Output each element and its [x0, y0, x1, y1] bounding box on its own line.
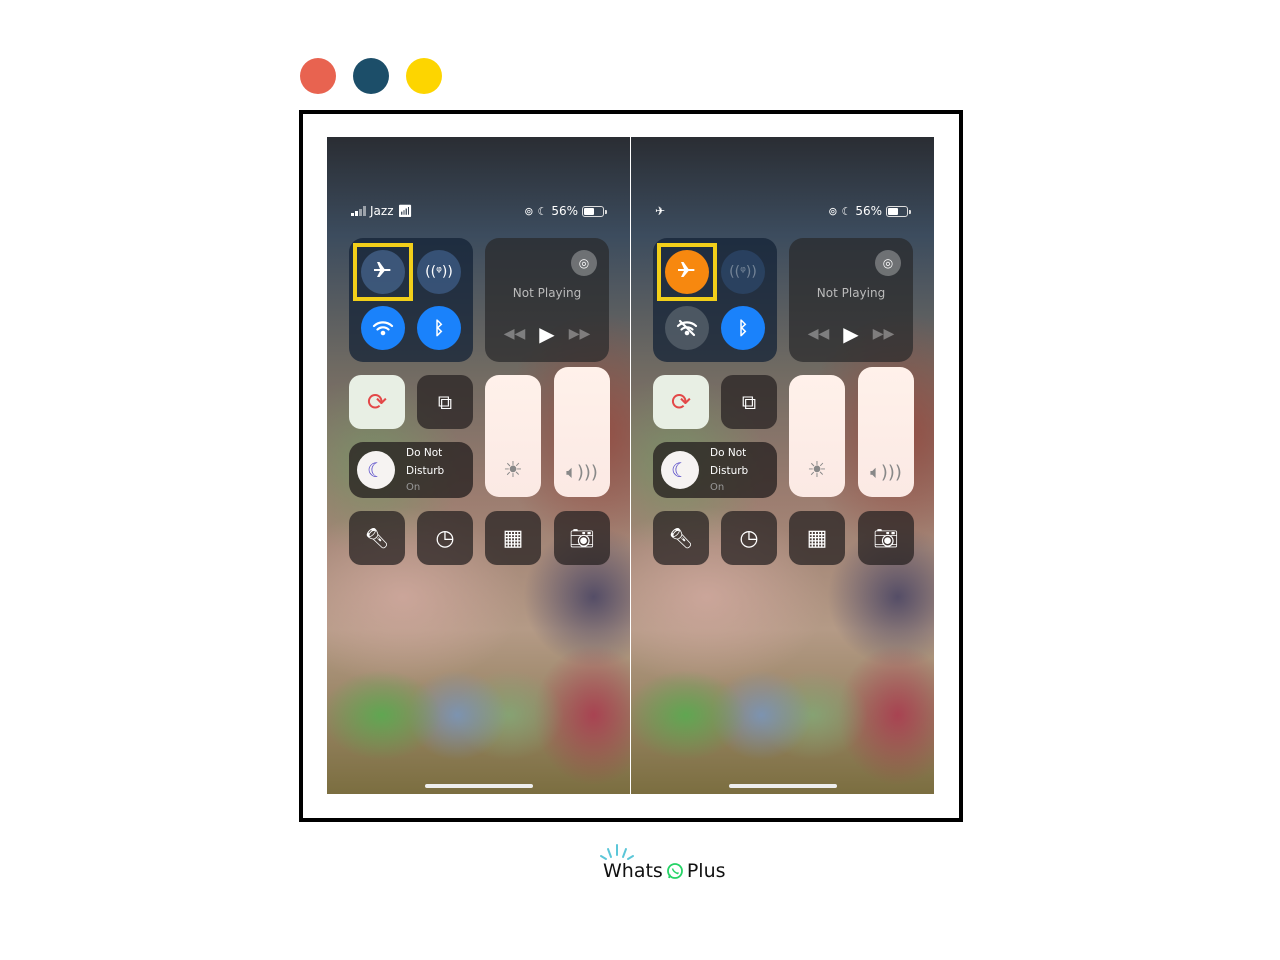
- dnd-status: On: [406, 482, 421, 493]
- brightness-slider[interactable]: ☀: [485, 375, 541, 497]
- dnd-label-line1: Do Not: [710, 447, 747, 459]
- airplay-icon: ◎: [578, 256, 590, 270]
- rewind-button[interactable]: ◀◀: [504, 326, 526, 342]
- wifi-toggle[interactable]: [361, 306, 405, 350]
- timer-button[interactable]: ◷: [721, 511, 777, 565]
- carrier-name: Jazz: [370, 204, 394, 218]
- do-not-disturb-button[interactable]: ☾ Do Not Disturb On: [653, 442, 777, 498]
- fast-forward-button[interactable]: ▶▶: [569, 326, 591, 342]
- camera-button[interactable]: 📷︎: [554, 511, 610, 565]
- airplay-button[interactable]: ◎: [571, 250, 597, 276]
- camera-button[interactable]: 📷︎: [858, 511, 914, 565]
- home-indicator[interactable]: [425, 784, 533, 788]
- decor-dot-red: [300, 58, 336, 94]
- brand-name-right: Plus: [686, 860, 726, 882]
- highlight-box: [353, 243, 413, 301]
- antenna-icon: ((ᵠ)): [425, 264, 453, 280]
- antenna-icon: ((ᵠ)): [729, 264, 757, 280]
- moon-status-icon: ☾: [537, 204, 548, 218]
- battery-icon: [582, 205, 607, 217]
- dnd-label-line2: Disturb: [710, 465, 749, 477]
- orientation-lock-button[interactable]: ⟳: [349, 375, 405, 429]
- status-bar: Jazz 📶︎ ⊚ ☾ 56%: [351, 203, 607, 219]
- media-panel: ◎ Not Playing ◀◀ ▶ ▶▶: [789, 238, 913, 362]
- camera-icon: 📷︎: [873, 526, 899, 550]
- cellular-data-toggle[interactable]: ((ᵠ)): [721, 250, 765, 294]
- connectivity-panel: ((ᵠ)) ᛒ: [653, 238, 777, 362]
- timer-icon: ◷: [435, 525, 455, 551]
- calculator-icon: ▦: [502, 525, 524, 551]
- play-button[interactable]: ▶: [539, 322, 554, 346]
- moon-icon: ☾: [671, 458, 689, 482]
- wifi-off-icon: [676, 319, 698, 337]
- brand-logo: Whats Plus: [603, 860, 726, 882]
- calculator-icon: ▦: [806, 525, 828, 551]
- decor-dot-blue: [353, 58, 389, 94]
- sparkle-icon: [600, 844, 634, 860]
- do-not-disturb-button[interactable]: ☾ Do Not Disturb On: [349, 442, 473, 498]
- media-status: Not Playing: [816, 286, 886, 300]
- orientation-lock-button[interactable]: ⟳: [653, 375, 709, 429]
- screen-mirroring-icon: ⧉: [437, 390, 453, 414]
- decor-dot-yellow: [406, 58, 442, 94]
- speaker-icon: 🔈︎))): [566, 462, 598, 483]
- highlight-box: [657, 243, 717, 301]
- media-panel: ◎ Not Playing ◀◀ ▶ ▶▶: [485, 238, 609, 362]
- moon-status-icon: ☾: [841, 204, 852, 218]
- calculator-button[interactable]: ▦: [789, 511, 845, 565]
- wifi-icon: [372, 321, 394, 336]
- rotation-lock-icon: ⟳: [670, 388, 692, 416]
- airplay-button[interactable]: ◎: [875, 250, 901, 276]
- orientation-lock-icon: ⊚: [828, 204, 838, 218]
- volume-slider[interactable]: 🔈︎))): [858, 367, 914, 497]
- cellular-data-toggle[interactable]: ((ᵠ)): [417, 250, 461, 294]
- battery-percent: 56%: [855, 204, 882, 218]
- battery-percent: 56%: [551, 204, 578, 218]
- control-center-before: Jazz 📶︎ ⊚ ☾ 56% ((ᵠ)) ᛒ ◎ Not Playing ◀◀…: [327, 137, 630, 794]
- brand-name-left: Whats: [603, 860, 663, 882]
- calculator-button[interactable]: ▦: [485, 511, 541, 565]
- rewind-button[interactable]: ◀◀: [808, 326, 830, 342]
- dnd-label-line1: Do Not: [406, 447, 443, 459]
- sun-icon: ☀: [807, 458, 827, 483]
- sun-icon: ☀: [503, 458, 523, 483]
- flashlight-button[interactable]: 🔦︎: [349, 511, 405, 565]
- screen-mirroring-button[interactable]: ⧉: [417, 375, 473, 429]
- play-button[interactable]: ▶: [843, 322, 858, 346]
- flashlight-icon: 🔦︎: [668, 526, 694, 550]
- volume-slider[interactable]: 🔈︎))): [554, 367, 610, 497]
- fast-forward-button[interactable]: ▶▶: [873, 326, 895, 342]
- timer-icon: ◷: [739, 525, 759, 551]
- orientation-lock-icon: ⊚: [524, 204, 534, 218]
- bluetooth-icon: ᛒ: [433, 317, 445, 339]
- rotation-lock-icon: ⟳: [366, 388, 388, 416]
- signal-icon: [351, 206, 366, 216]
- bluetooth-toggle[interactable]: ᛒ: [417, 306, 461, 350]
- status-bar: ✈ ⊚ ☾ 56%: [655, 203, 911, 219]
- moon-icon: ☾: [367, 458, 385, 482]
- dnd-status: On: [710, 482, 725, 493]
- bluetooth-toggle[interactable]: ᛒ: [721, 306, 765, 350]
- airplay-icon: ◎: [882, 256, 894, 270]
- screen-mirroring-icon: ⧉: [741, 390, 757, 414]
- wifi-toggle[interactable]: [665, 306, 709, 350]
- screen-mirroring-button[interactable]: ⧉: [721, 375, 777, 429]
- flashlight-icon: 🔦︎: [364, 526, 390, 550]
- airplane-status-icon: ✈: [655, 204, 666, 218]
- speaker-icon: 🔈︎))): [870, 462, 902, 483]
- wifi-status-icon: 📶︎: [397, 204, 413, 218]
- home-indicator[interactable]: [729, 784, 837, 788]
- camera-icon: 📷︎: [569, 526, 595, 550]
- flashlight-button[interactable]: 🔦︎: [653, 511, 709, 565]
- brightness-slider[interactable]: ☀: [789, 375, 845, 497]
- dnd-label-line2: Disturb: [406, 465, 445, 477]
- control-center-after: ✈ ⊚ ☾ 56% ((ᵠ)) ᛒ ◎ Not Playing ◀◀ ▶ ▶▶ …: [631, 137, 934, 794]
- connectivity-panel: ((ᵠ)) ᛒ: [349, 238, 473, 362]
- media-status: Not Playing: [512, 286, 582, 300]
- battery-icon: [886, 205, 911, 217]
- bluetooth-icon: ᛒ: [737, 317, 749, 339]
- timer-button[interactable]: ◷: [417, 511, 473, 565]
- whatsapp-icon: [666, 863, 683, 879]
